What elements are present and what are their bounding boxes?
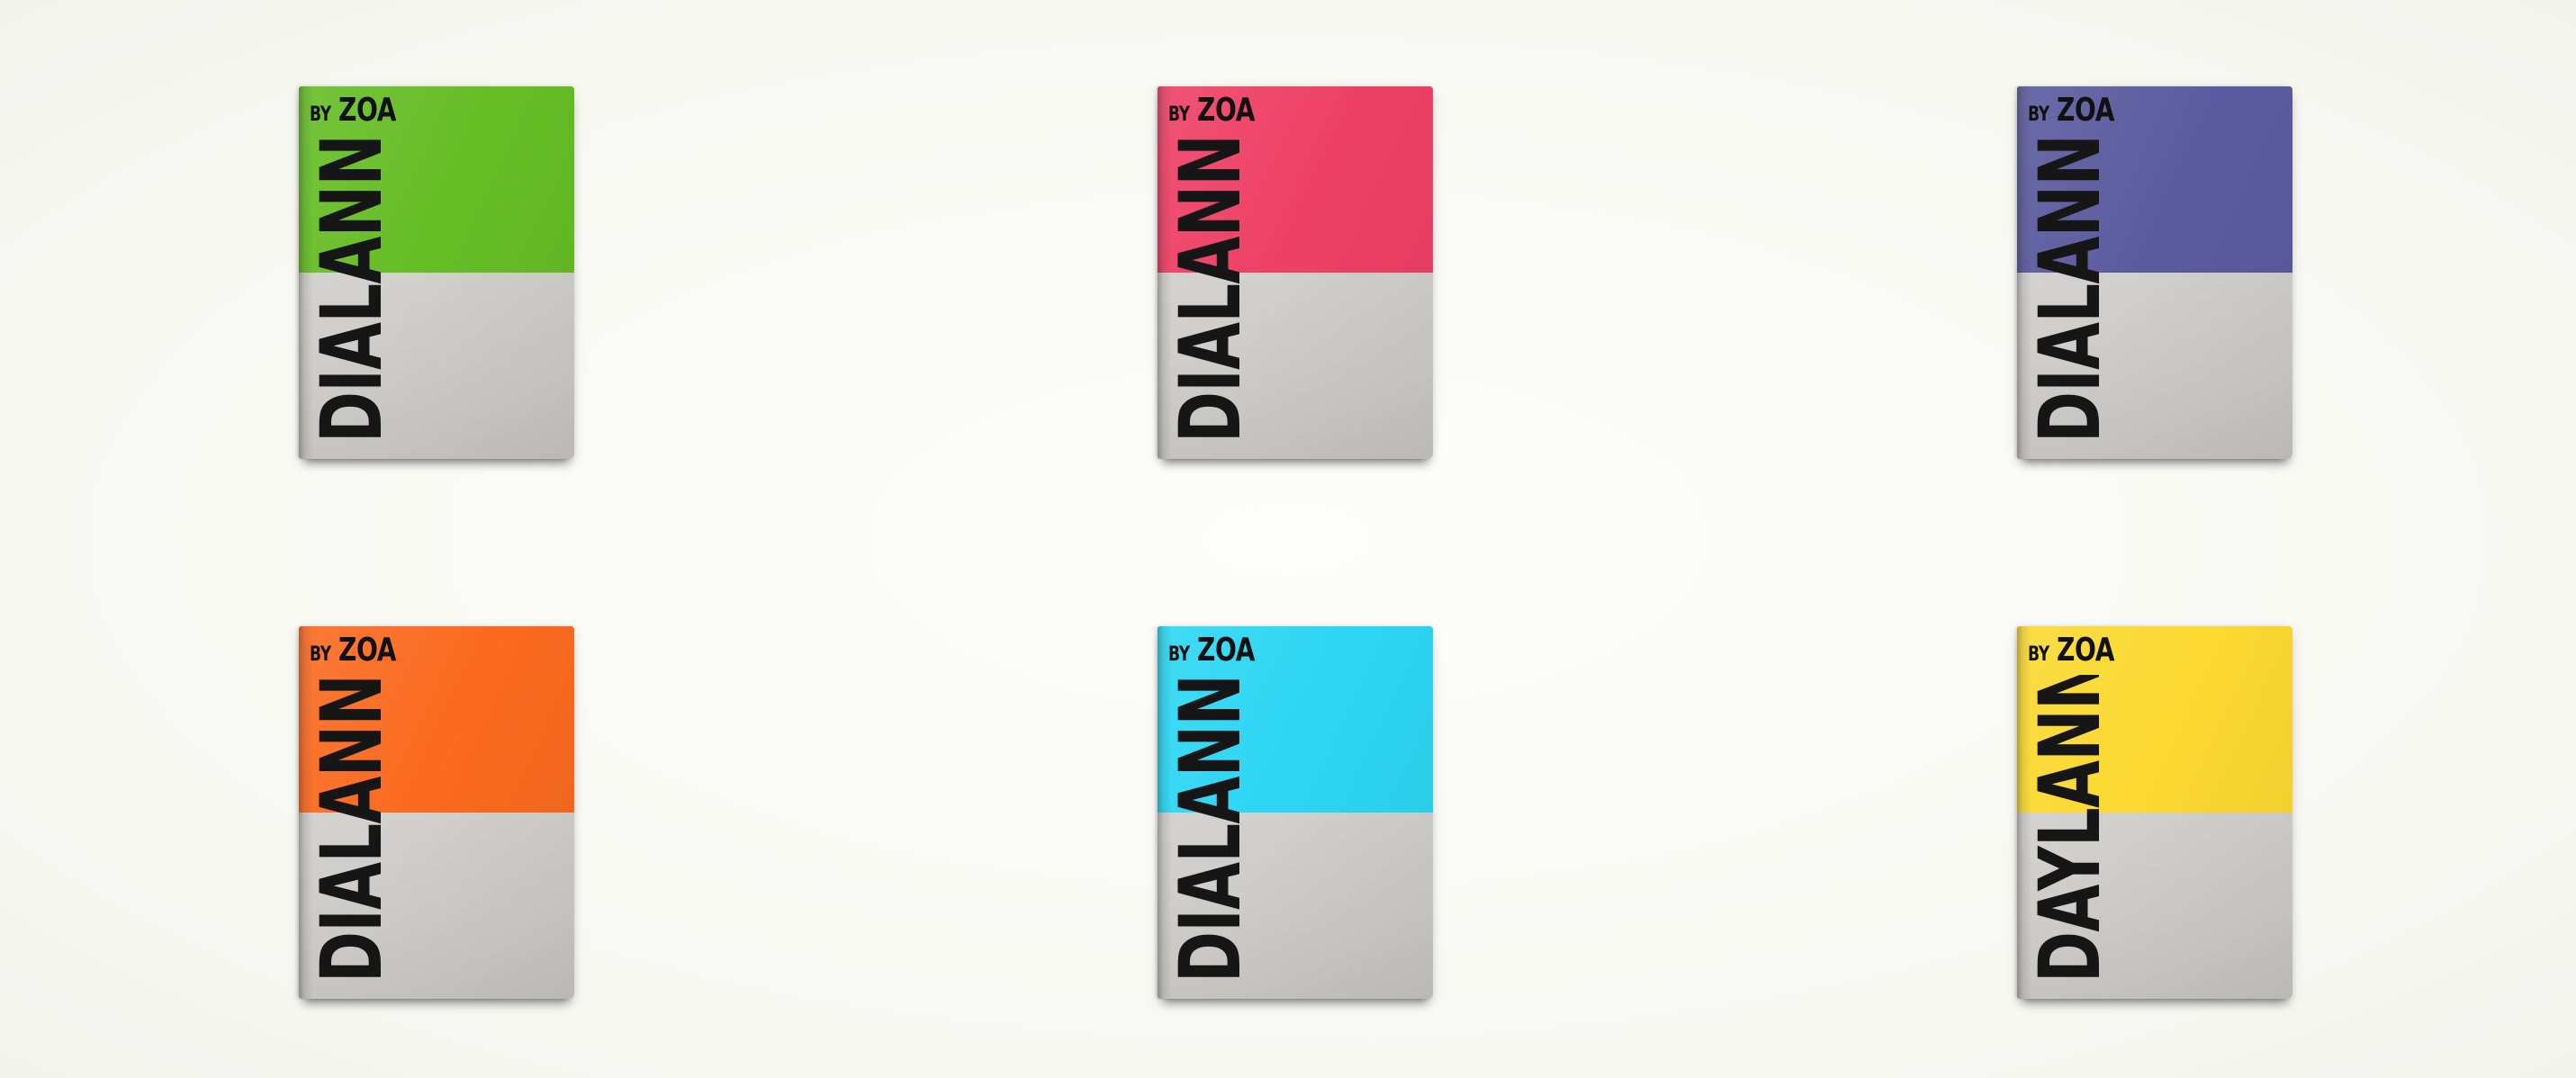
booklet-orange: BY ZOA DIALANN: [299, 626, 574, 999]
byline-prefix: BY: [310, 103, 331, 126]
byline-name: ZOA: [1196, 632, 1255, 669]
booklet-pink: BY ZOA DIALANN: [1157, 86, 1433, 459]
byline-name: ZOA: [1196, 92, 1255, 129]
booklet-purple: BY ZOA DIALANN: [2017, 86, 2292, 459]
byline-prefix: BY: [1168, 643, 1190, 666]
byline-name: ZOA: [338, 92, 396, 129]
byline-name: ZOA: [338, 632, 396, 669]
byline-prefix: BY: [310, 643, 331, 666]
byline: BY ZOA: [310, 92, 412, 129]
byline: BY ZOA: [1168, 632, 1271, 669]
byline-prefix: BY: [2028, 103, 2049, 126]
booklet-yellow: BY ZOA DAYLANN: [2017, 626, 2292, 999]
byline-name: ZOA: [2056, 92, 2114, 129]
booklet-title-text: DIALANN: [2028, 135, 2114, 443]
byline-prefix: BY: [1168, 103, 1190, 126]
byline-prefix: BY: [2028, 643, 2049, 666]
booklet-title-text: DAYLANN: [2028, 675, 2114, 983]
booklet-title: DIALANN: [1168, 135, 1255, 443]
byline: BY ZOA: [310, 632, 412, 669]
booklet-title-text: DIALANN: [310, 135, 396, 443]
booklet-title: DIALANN: [2028, 135, 2114, 443]
byline: BY ZOA: [2028, 632, 2130, 669]
byline-name: ZOA: [2056, 632, 2114, 669]
booklet-title-text: DIALANN: [310, 675, 396, 983]
booklet-title-text: DIALANN: [1168, 675, 1255, 983]
byline: BY ZOA: [1168, 92, 1271, 129]
booklet-green: BY ZOA DIALANN: [299, 86, 574, 459]
booklet-title: DIALANN: [310, 675, 396, 983]
photo-backdrop: BY ZOA DIALANN BY ZOA DIALANN BY ZOA DIA…: [0, 0, 2576, 1078]
byline: BY ZOA: [2028, 92, 2130, 129]
booklet-title: DIALANN: [1168, 675, 1255, 983]
booklet-title: DIALANN: [310, 135, 396, 443]
booklet-title: DAYLANN: [2028, 675, 2114, 983]
booklet-cyan: BY ZOA DIALANN: [1157, 626, 1433, 999]
booklet-title-text: DIALANN: [1168, 135, 1255, 443]
